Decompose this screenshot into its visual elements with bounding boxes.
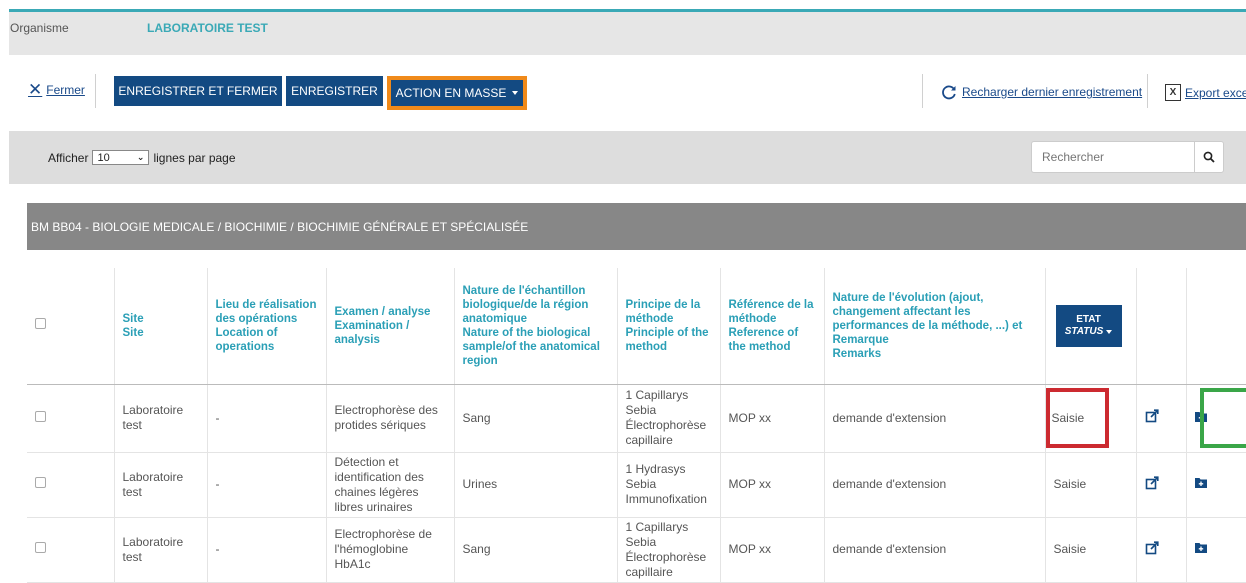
cell-reference: MOP xx xyxy=(720,384,825,453)
cell-etat: Saisie xyxy=(1045,517,1137,583)
data-table: Site Site Lieu de réalisation des opérati… xyxy=(27,268,1246,583)
mass-action-dropdown[interactable]: ACTION EN MASSE xyxy=(387,76,527,110)
col-header-principe: Principe de la méthode Principle of the m… xyxy=(617,268,721,385)
status-highlight: Saisie xyxy=(1045,388,1109,448)
col-header-etat: ETAT STATUS xyxy=(1045,268,1137,385)
cell-examen: Détection et identification des chaines … xyxy=(326,452,455,518)
row-select-cell xyxy=(27,517,115,583)
close-icon: ✕ xyxy=(28,80,43,99)
table-header-row: Site Site Lieu de réalisation des opérati… xyxy=(27,268,1246,385)
reload-label: Recharger dernier enregistrement xyxy=(962,85,1143,99)
organisme-bar: Organisme LABORATOIRE TEST xyxy=(9,12,1246,55)
folder-plus-icon[interactable] xyxy=(1194,477,1207,488)
organisme-value: LABORATOIRE TEST xyxy=(147,21,268,35)
col-header-examen: Examen / analyse Examination / analysis xyxy=(326,268,455,385)
excel-icon: X xyxy=(1165,84,1181,101)
cell-nature: Sang xyxy=(454,384,618,453)
edit-icon[interactable] xyxy=(1145,409,1159,423)
chevron-down-icon: ⌄ xyxy=(136,152,145,162)
cell-site: Laboratoire test xyxy=(114,384,208,453)
folder-plus-icon[interactable] xyxy=(1194,542,1207,553)
caret-down-icon xyxy=(512,91,519,95)
cell-site: Laboratoire test xyxy=(114,452,208,518)
row-select-cell xyxy=(27,384,115,453)
row-select-cell xyxy=(27,452,115,518)
cell-edit xyxy=(1136,517,1187,583)
search-icon xyxy=(1203,151,1215,163)
cell-nature: Urines xyxy=(454,452,618,518)
refresh-icon xyxy=(942,85,956,100)
select-all-checkbox[interactable] xyxy=(35,318,46,330)
cell-site: Laboratoire test xyxy=(114,517,208,583)
organisme-label: Organisme xyxy=(10,21,69,35)
cell-principe: 1 Capillarys Sebia Électrophorèse capill… xyxy=(617,517,721,583)
col-header-action xyxy=(1186,268,1246,385)
col-header-nature: Nature de l'échantillon biologique/de la… xyxy=(454,268,618,385)
table-row: Laboratoire test - Electrophorèse de l'h… xyxy=(27,517,1246,583)
status-filter-button[interactable]: ETAT STATUS xyxy=(1055,304,1122,347)
divider xyxy=(95,74,96,108)
cell-evolution: demande d'extension xyxy=(824,517,1046,583)
search-button[interactable] xyxy=(1194,141,1224,173)
cell-action xyxy=(1186,452,1246,518)
close-button[interactable]: ✕ Fermer xyxy=(28,80,85,99)
cell-evolution: demande d'extension xyxy=(824,384,1046,453)
action-highlight xyxy=(1200,388,1246,448)
col-header-site: Site Site xyxy=(114,268,208,385)
page-size-select[interactable]: 10 ⌄ xyxy=(92,150,150,165)
cell-action xyxy=(1186,517,1246,583)
cell-principe: 1 Hydrasys Sebia Immunofixation xyxy=(617,452,721,518)
row-checkbox[interactable] xyxy=(35,410,46,422)
cell-examen: Electrophorèse des protides sériques xyxy=(326,384,455,453)
cell-evolution: demande d'extension xyxy=(824,452,1046,518)
cell-edit xyxy=(1136,384,1187,453)
row-checkbox[interactable] xyxy=(35,477,46,488)
status-label-en: STATUS xyxy=(1064,325,1104,337)
divider xyxy=(1147,74,1148,108)
cell-etat: Saisie xyxy=(1045,452,1137,518)
cell-reference: MOP xx xyxy=(720,517,825,583)
col-header-edit xyxy=(1136,268,1187,385)
filter-bar: Afficher 10 ⌄ lignes par page xyxy=(9,131,1246,184)
section-header: BM BB04 - BIOLOGIE MEDICALE / BIOCHIMIE … xyxy=(27,203,1246,250)
cell-lieu: - xyxy=(207,452,327,518)
status-label: ETAT xyxy=(1076,313,1101,325)
show-label: Afficher xyxy=(48,150,89,165)
col-header-evolution: Nature de l'évolution (ajout, changement… xyxy=(824,268,1046,385)
cell-reference: MOP xx xyxy=(720,452,825,518)
reload-last-record-link[interactable]: Recharger dernier enregistrement xyxy=(940,84,1142,100)
cell-etat: Saisie xyxy=(1045,384,1137,453)
edit-icon[interactable] xyxy=(1145,475,1159,490)
cell-lieu: - xyxy=(207,384,327,453)
cell-edit xyxy=(1136,452,1187,518)
caret-down-icon xyxy=(1106,329,1113,334)
cell-nature: Sang xyxy=(454,517,618,583)
save-and-close-button[interactable]: ENREGISTRER ET FERMER xyxy=(114,76,282,106)
per-page-label: lignes par page xyxy=(153,150,236,165)
search-input[interactable] xyxy=(1031,141,1194,173)
export-label: Export excel xyxy=(1185,85,1246,100)
close-label: Fermer xyxy=(46,83,85,97)
mass-action-label: ACTION EN MASSE xyxy=(395,86,507,100)
page-size-value: 10 xyxy=(97,151,110,164)
cell-principe: 1 Capillarys Sebia Électrophorèse capill… xyxy=(617,384,721,453)
toolbar: ✕ Fermer ENREGISTRER ET FERMER ENREGISTR… xyxy=(0,72,1246,117)
edit-icon[interactable] xyxy=(1145,540,1159,555)
row-checkbox[interactable] xyxy=(35,542,46,553)
col-header-reference: Référence de la méthode Reference of the … xyxy=(720,268,825,385)
save-button[interactable]: ENREGISTRER xyxy=(286,76,383,106)
col-header-lieu: Lieu de réalisation des opérations Locati… xyxy=(207,268,327,385)
table-row: Laboratoire test - Détection et identifi… xyxy=(27,452,1246,518)
table-row: Laboratoire test - Electrophorèse des pr… xyxy=(27,384,1246,453)
page-size-control: Afficher 10 ⌄ lignes par page xyxy=(48,150,236,165)
cell-lieu: - xyxy=(207,517,327,583)
export-excel-link[interactable]: X Export excel xyxy=(1165,84,1246,101)
select-all-cell xyxy=(27,268,115,385)
cell-examen: Electrophorèse de l'hémoglobine HbA1c xyxy=(326,517,455,583)
search-box xyxy=(1031,141,1224,173)
divider xyxy=(922,74,923,108)
